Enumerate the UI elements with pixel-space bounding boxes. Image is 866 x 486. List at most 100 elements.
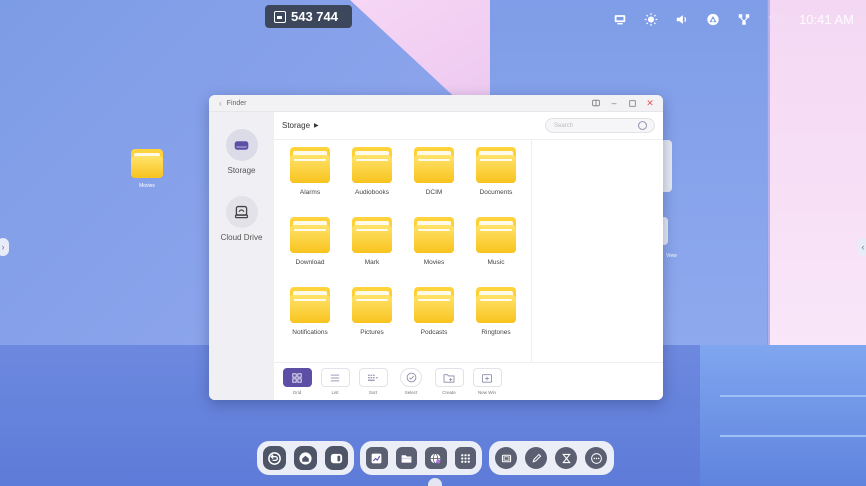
desktop-folder-movies[interactable] <box>131 149 163 179</box>
storage-badge <box>225 129 258 161</box>
brightness-icon[interactable] <box>644 12 658 26</box>
browser-app[interactable] <box>425 447 447 469</box>
screen-id-icon <box>274 10 286 23</box>
counter-value: 543 744 <box>291 9 338 24</box>
more-button[interactable] <box>585 447 607 469</box>
maximize-icon[interactable] <box>627 98 637 108</box>
folder-label: Podcasts <box>420 329 448 336</box>
split-view-icon[interactable] <box>591 98 601 108</box>
new-window-button[interactable]: New Win <box>472 368 502 395</box>
folder-label: Movies <box>423 259 445 266</box>
folder-music[interactable]: Music <box>466 217 526 266</box>
screen-share-icon[interactable] <box>613 12 627 26</box>
finder-app[interactable] <box>395 447 417 469</box>
cast-icon[interactable] <box>706 12 720 26</box>
create-folder-button[interactable]: Create <box>434 368 464 395</box>
new-folder-icon <box>443 373 455 383</box>
folder-icon <box>414 217 454 253</box>
sort-button[interactable]: Sort <box>358 368 388 395</box>
search-input[interactable]: Search <box>545 118 655 133</box>
network-icon[interactable] <box>737 12 751 26</box>
wallpaper-right-panel <box>770 0 866 345</box>
home-button[interactable] <box>294 446 317 470</box>
storage-icon <box>234 140 249 150</box>
finder-toolbar: Grid List Sort Select Create New Win <box>274 362 663 400</box>
finder-main: Storage ▶ Search Alarms Audiobooks DCIM Doc… <box>274 112 663 400</box>
folder-alarms[interactable]: Alarms <box>280 147 340 196</box>
chevron-left-icon: ‹ <box>861 242 865 252</box>
screen-share-button[interactable] <box>495 447 517 469</box>
recent-apps-button[interactable] <box>325 446 348 470</box>
folder-movies[interactable]: Movies <box>404 217 464 266</box>
folder-documents[interactable]: Documents <box>466 147 526 196</box>
caret-right-icon: ▶ <box>314 123 319 129</box>
volume-icon[interactable] <box>675 12 689 26</box>
left-edge-handle[interactable]: › <box>0 238 9 256</box>
folder-icon <box>476 287 516 323</box>
tool-label: Create <box>442 390 456 395</box>
annotate-button[interactable] <box>525 447 547 469</box>
folder-label: Mark <box>364 259 380 266</box>
tool-label: Sort <box>368 390 378 395</box>
folder-pictures[interactable]: Pictures <box>342 287 402 336</box>
folder-download[interactable]: Download <box>280 217 340 266</box>
folder-label: Audiobooks <box>355 189 389 196</box>
home-icon <box>299 451 312 465</box>
whiteboard-app[interactable] <box>366 447 388 469</box>
folder-icon <box>290 287 330 323</box>
checkmark-circle-icon <box>406 372 416 383</box>
select-button[interactable]: Select <box>396 368 426 395</box>
id-counter[interactable]: 543 744 <box>265 5 352 28</box>
tool-label: Grid <box>292 390 302 395</box>
cloud-drive-badge <box>225 196 258 228</box>
dock-handle[interactable] <box>428 478 442 486</box>
grid-icon <box>292 372 302 383</box>
folder-podcasts[interactable]: Podcasts <box>404 287 464 336</box>
folder-icon <box>414 287 454 323</box>
globe-icon <box>430 452 441 464</box>
grid-view-button[interactable]: Grid <box>282 368 312 395</box>
finder-titlebar[interactable]: ‹ Finder – ✕ <box>209 95 663 112</box>
folder-label: Pictures <box>360 329 384 336</box>
folder-grid: Alarms Audiobooks DCIM Documents Download Mar… <box>274 140 532 362</box>
folder-ringtones[interactable]: Ringtones <box>466 287 526 336</box>
all-apps-button[interactable] <box>454 447 476 469</box>
folder-dcim[interactable]: DCIM <box>404 147 464 196</box>
timer-button[interactable] <box>555 447 577 469</box>
wifi-icon[interactable] <box>768 12 782 26</box>
folder-mark[interactable]: Mark <box>342 217 402 266</box>
status-bar: 10:41 AM <box>613 8 854 30</box>
undo-icon <box>268 451 281 465</box>
folder-label: Notifications <box>292 329 328 336</box>
finder-window: ‹ Finder – ✕ Storage Cloud Drive Storage… <box>209 95 663 400</box>
folder-icon <box>476 217 516 253</box>
minimize-icon[interactable]: – <box>609 98 619 108</box>
back-button[interactable] <box>263 446 286 470</box>
wallpaper-step-line <box>720 435 866 437</box>
dock-tools <box>489 441 614 475</box>
folder-icon <box>290 147 330 183</box>
sidebar-item-storage[interactable]: Storage <box>209 129 274 175</box>
folder-icon <box>290 217 330 253</box>
more-icon <box>590 452 602 464</box>
sidebar-item-label: Cloud Drive <box>220 233 263 242</box>
sidebar-item-cloud-drive[interactable]: Cloud Drive <box>209 196 274 242</box>
finder-title: Finder <box>226 99 247 107</box>
list-view-button[interactable]: List <box>320 368 350 395</box>
chevron-right-icon: › <box>1 242 5 252</box>
sidebar-item-label: Storage <box>227 166 256 175</box>
folder-app-icon <box>401 454 412 463</box>
folder-audiobooks[interactable]: Audiobooks <box>342 147 402 196</box>
finder-sidebar: Storage Cloud Drive <box>209 112 274 400</box>
desktop-folder-label: Movies <box>139 183 155 189</box>
back-icon[interactable]: ‹ <box>219 99 222 108</box>
folder-label: Documents <box>479 189 513 196</box>
folder-label: Alarms <box>299 189 321 196</box>
folder-icon <box>352 287 392 323</box>
folder-label: Music <box>487 259 505 266</box>
close-icon[interactable]: ✕ <box>645 98 655 108</box>
hourglass-icon <box>561 453 571 463</box>
right-edge-handle[interactable]: ‹ <box>857 238 866 256</box>
breadcrumb-storage[interactable]: Storage <box>282 121 310 130</box>
folder-notifications[interactable]: Notifications <box>280 287 340 336</box>
